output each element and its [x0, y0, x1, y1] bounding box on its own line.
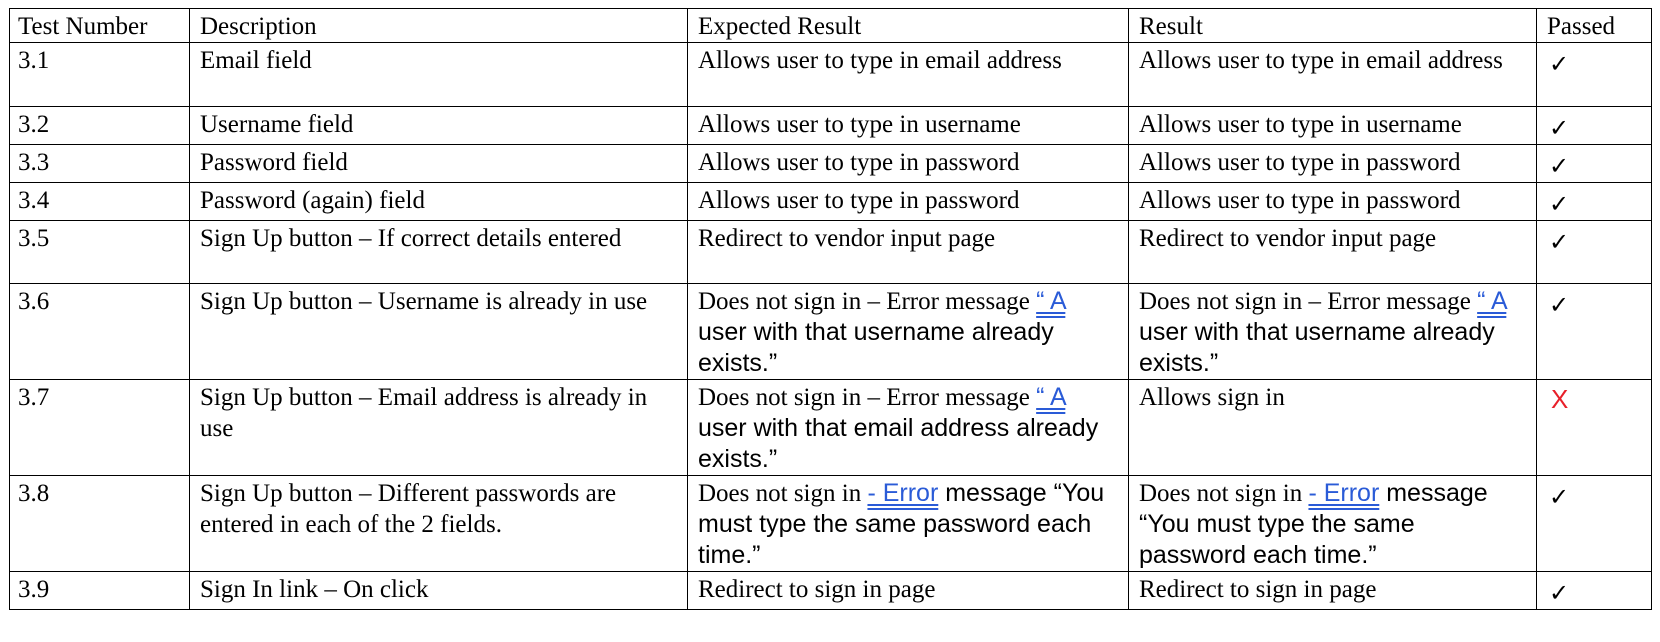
passed-cell: ✓ [1536, 144, 1652, 183]
expected-tail: user with that email address already exi… [698, 414, 1099, 473]
table-row: 3.6 Sign Up button – Username is already… [9, 283, 1652, 380]
header-row: Test Number Description Expected Result … [9, 8, 1652, 43]
result-cell: Allows user to type in email address [1128, 42, 1537, 107]
checkmark-icon: ✓ [1549, 228, 1570, 256]
description-cell: Sign Up button – Email address is alread… [189, 379, 688, 476]
header-test-number: Test Number [9, 8, 190, 43]
expected-lead: Does not sign in – Error message [698, 288, 1037, 315]
result-cell: Does not sign in – Error message “ A use… [1128, 283, 1537, 380]
table-row: 3.2 Username field Allows user to type i… [9, 106, 1652, 145]
cross-icon: X [1551, 384, 1569, 414]
description-cell: Sign Up button – Username is already in … [189, 283, 688, 380]
result-cell: Allows sign in [1128, 379, 1537, 476]
checkmark-icon: ✓ [1549, 291, 1570, 319]
header-result: Result [1128, 8, 1537, 43]
error-link[interactable]: - Error [867, 479, 938, 507]
description-cell: Password field [189, 144, 688, 183]
passed-cell: ✓ [1536, 182, 1652, 221]
expected-result-cell: Redirect to sign in page [687, 571, 1129, 610]
checkmark-icon: ✓ [1549, 190, 1570, 218]
checkmark-icon: ✓ [1549, 579, 1570, 607]
checkmark-icon: ✓ [1549, 114, 1570, 142]
description-cell: Email field [189, 42, 688, 107]
expected-result-cell: Redirect to vendor input page [687, 220, 1129, 284]
table-row: 3.5 Sign Up button – If correct details … [9, 220, 1652, 284]
table-row: 3.4 Password (again) field Allows user t… [9, 182, 1652, 221]
table-row: 3.3 Password field Allows user to type i… [9, 144, 1652, 183]
test-number-cell: 3.7 [9, 379, 190, 476]
table-row: 3.8 Sign Up button – Different passwords… [9, 475, 1652, 572]
test-number-cell: 3.3 [9, 144, 190, 183]
test-number-cell: 3.2 [9, 106, 190, 145]
passed-cell: X [1536, 379, 1652, 476]
expected-result-cell: Allows user to type in email address [687, 42, 1129, 107]
result-cell: Redirect to sign in page [1128, 571, 1537, 610]
table-row: 3.1 Email field Allows user to type in e… [9, 42, 1652, 107]
expected-result-cell: Allows user to type in username [687, 106, 1129, 145]
passed-cell: ✓ [1536, 42, 1652, 107]
error-link[interactable]: - Error [1308, 479, 1379, 507]
expected-tail: user with that username already exists.” [698, 318, 1054, 377]
table-row: 3.9 Sign In link – On click Redirect to … [9, 571, 1652, 610]
description-cell: Sign Up button – Different passwords are… [189, 475, 688, 572]
result-cell: Allows user to type in username [1128, 106, 1537, 145]
header-description: Description [189, 8, 688, 43]
expected-result-cell: Allows user to type in password [687, 182, 1129, 221]
test-number-cell: 3.5 [9, 220, 190, 284]
checkmark-icon: ✓ [1549, 50, 1570, 78]
result-cell: Redirect to vendor input page [1128, 220, 1537, 284]
passed-cell: ✓ [1536, 106, 1652, 145]
quote-link[interactable]: “ A [1036, 383, 1065, 411]
description-cell: Username field [189, 106, 688, 145]
passed-cell: ✓ [1536, 220, 1652, 284]
result-lead: Does not sign in – Error message [1139, 288, 1478, 315]
checkmark-icon: ✓ [1549, 152, 1570, 180]
passed-cell: ✓ [1536, 475, 1652, 572]
test-number-cell: 3.4 [9, 182, 190, 221]
result-lead: Does not sign in [1139, 480, 1309, 507]
passed-cell: ✓ [1536, 283, 1652, 380]
quote-link[interactable]: “ A [1477, 287, 1506, 315]
expected-result-cell: Does not sign in – Error message “ A use… [687, 379, 1129, 476]
test-number-cell: 3.1 [9, 42, 190, 107]
expected-lead: Does not sign in – Error message [698, 384, 1037, 411]
expected-lead: Does not sign in [698, 480, 868, 507]
result-cell: Allows user to type in password [1128, 144, 1537, 183]
expected-result-cell: Does not sign in - Error message “You mu… [687, 475, 1129, 572]
passed-cell: ✓ [1536, 571, 1652, 610]
result-tail: user with that username already exists.” [1139, 318, 1495, 377]
test-number-cell: 3.8 [9, 475, 190, 572]
expected-result-cell: Allows user to type in password [687, 144, 1129, 183]
test-number-cell: 3.9 [9, 571, 190, 610]
header-expected-result: Expected Result [687, 8, 1129, 43]
table-row: 3.7 Sign Up button – Email address is al… [9, 379, 1652, 476]
test-results-table: Test Number Description Expected Result … [9, 8, 1652, 610]
test-number-cell: 3.6 [9, 283, 190, 380]
header-passed: Passed [1536, 8, 1652, 43]
checkmark-icon: ✓ [1549, 483, 1570, 511]
description-cell: Password (again) field [189, 182, 688, 221]
description-cell: Sign Up button – If correct details ente… [189, 220, 688, 284]
description-cell: Sign In link – On click [189, 571, 688, 610]
expected-result-cell: Does not sign in – Error message “ A use… [687, 283, 1129, 380]
result-cell: Does not sign in - Error message “You mu… [1128, 475, 1537, 572]
quote-link[interactable]: “ A [1036, 287, 1065, 315]
result-cell: Allows user to type in password [1128, 182, 1537, 221]
